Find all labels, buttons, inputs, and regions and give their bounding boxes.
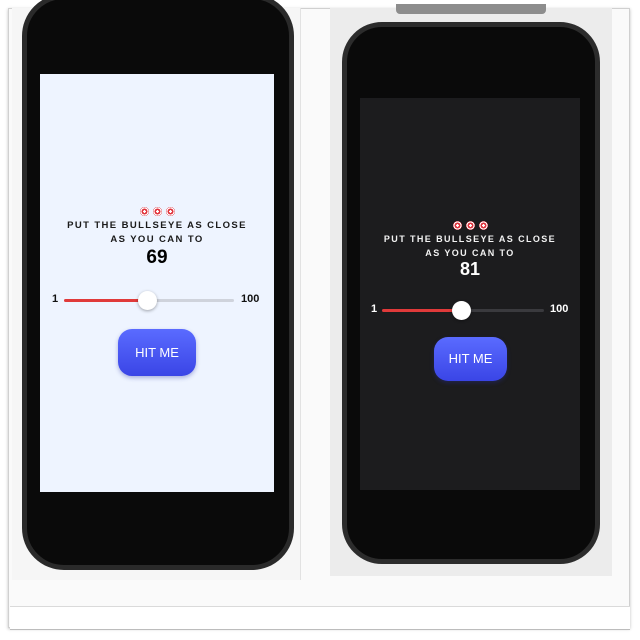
bullseye-icon [452,220,462,230]
bullseye-icon [465,220,475,230]
bullseye-icon [165,206,175,216]
slider-max-label: 100 [550,303,569,315]
slider-min-label: 1 [371,303,378,315]
bullseye-emoji-icons [360,220,580,231]
app-screen-light: PUT THE BULLSEYE AS CLOSE AS YOU CAN TO … [40,74,274,492]
hit-me-button[interactable]: HIT ME [118,329,196,376]
slider-thumb[interactable] [452,301,471,320]
target-value: 81 [459,259,481,279]
slider-thumb[interactable] [138,291,157,310]
app-screen-dark: PUT THE BULLSEYE AS CLOSE AS YOU CAN TO … [360,98,580,490]
bottom-bar [10,606,630,630]
window-titlebar-strip [396,4,546,14]
target-value: 69 [146,247,168,268]
slider-track-empty [148,299,234,302]
instruction-line-2: AS YOU CAN TO [110,234,204,245]
bullseye-emoji-icons [40,206,274,217]
bullseye-icon [478,220,488,230]
instruction-line-1: PUT THE BULLSEYE AS CLOSE [383,234,557,244]
slider-track-filled [64,299,148,302]
slider-max-label: 100 [241,293,260,305]
instruction-line-1: PUT THE BULLSEYE AS CLOSE [67,220,247,231]
hit-me-button[interactable]: HIT ME [434,337,507,381]
instruction-text: PUT THE BULLSEYE AS CLOSE AS YOU CAN TO [360,232,580,260]
slider-track-filled [382,309,462,312]
slider-track-empty [462,309,544,312]
slider-min-label: 1 [52,293,59,305]
instruction-text: PUT THE BULLSEYE AS CLOSE AS YOU CAN TO [40,219,274,247]
instruction-line-2: AS YOU CAN TO [425,248,515,258]
bullseye-icon [152,206,162,216]
bullseye-icon [139,206,149,216]
